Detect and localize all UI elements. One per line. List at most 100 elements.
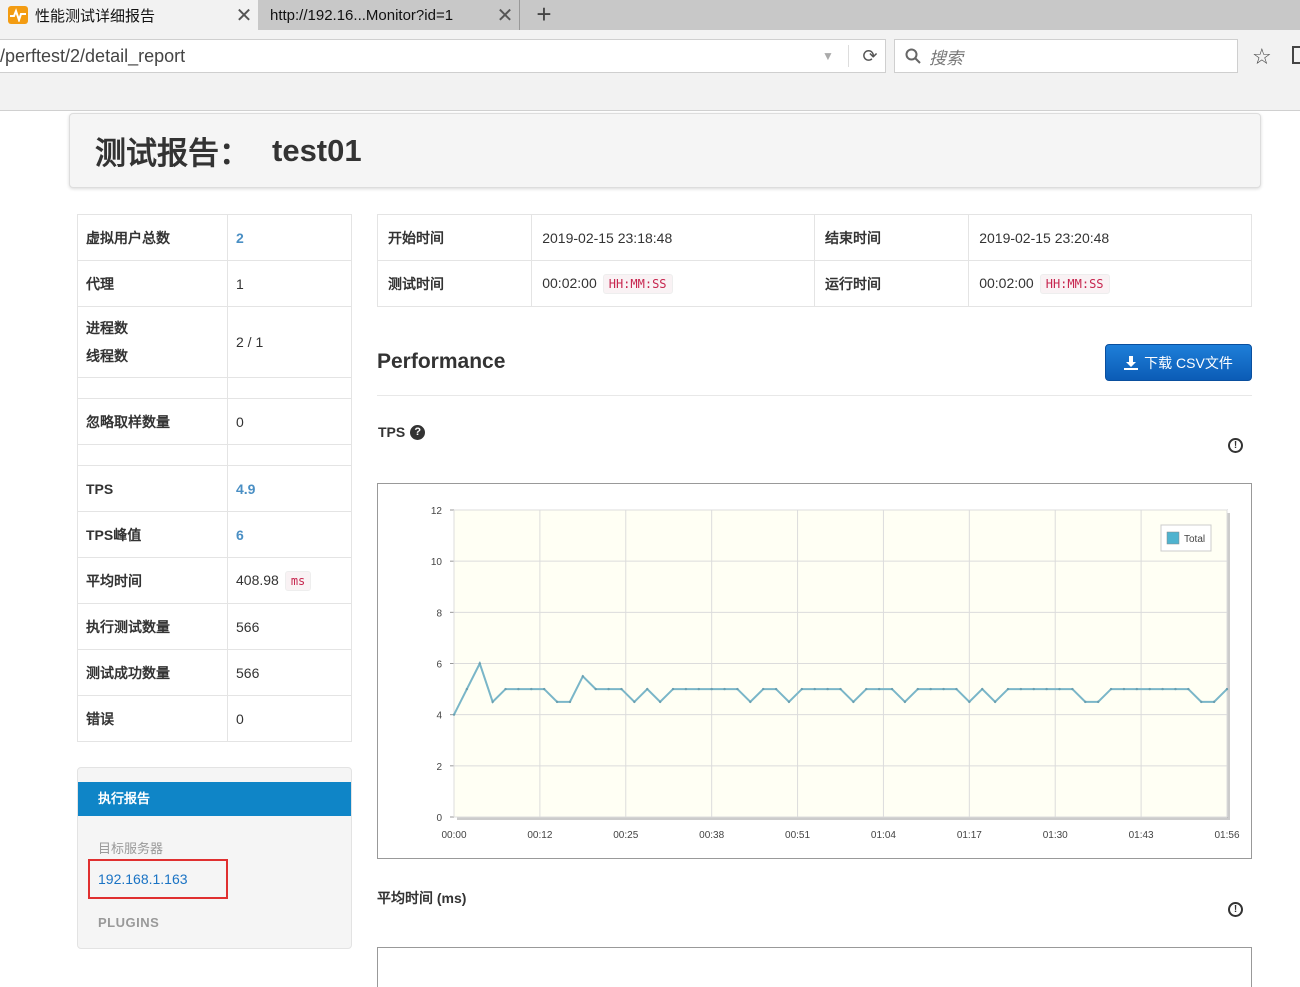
divider — [848, 45, 849, 67]
server-link[interactable]: 192.168.1.163 — [88, 859, 228, 899]
performance-title: Performance — [377, 350, 506, 373]
tps-value: 4.9 — [227, 465, 352, 512]
data-point — [1019, 687, 1023, 691]
tab-report[interactable]: 性能测试详细报告 ✕ — [0, 0, 258, 30]
x-tick-label: 00:12 — [527, 830, 552, 841]
search-box[interactable]: 搜索 — [894, 39, 1238, 73]
data-point — [1122, 687, 1126, 691]
ignore-label: 忽略取样数量 — [77, 398, 228, 445]
data-point — [504, 687, 507, 691]
data-point — [736, 687, 739, 691]
data-point — [916, 687, 919, 691]
x-tick-label: 01:04 — [871, 830, 896, 841]
help-icon[interactable]: ? — [410, 424, 426, 440]
data-point — [813, 687, 816, 691]
tab-title: http://192.16...Monitor?id=1 — [270, 6, 454, 24]
y-tick-label: 4 — [436, 711, 442, 722]
close-icon[interactable]: ✕ — [491, 3, 519, 28]
tab-title: 性能测试详细报告 — [35, 7, 156, 25]
data-point — [993, 700, 997, 704]
data-point — [955, 687, 958, 691]
search-placeholder: 搜索 — [929, 48, 963, 68]
exec-count-value: 566 — [227, 603, 352, 650]
address-bar[interactable]: /perftest/2/detail_report ▼ ⟳ — [0, 39, 886, 73]
data-point — [723, 687, 726, 691]
legend-swatch — [1166, 531, 1180, 545]
data-point — [1096, 700, 1100, 704]
download-csv-button[interactable]: 下载 CSV文件 — [1105, 344, 1252, 381]
table-row: TPS峰值 6 — [77, 511, 352, 558]
test-time-label: 测试时间 — [376, 260, 533, 307]
y-tick-label: 6 — [436, 660, 442, 671]
vusers-label: 虚拟用户总数 — [77, 214, 228, 261]
download-chart-icon[interactable]: ! — [1228, 902, 1243, 917]
new-tab-button[interactable]: + — [532, 0, 556, 30]
data-point — [465, 687, 469, 691]
thread-label: 线程数 — [86, 348, 128, 364]
test-time-value: 00:02:00 — [542, 274, 597, 291]
error-label: 错误 — [77, 695, 228, 742]
ignore-value: 0 — [227, 398, 352, 445]
tab-monitor[interactable]: http://192.16...Monitor?id=1 ✕ — [262, 0, 520, 30]
error-value: 0 — [227, 695, 352, 742]
download-chart-icon[interactable]: ! — [1228, 438, 1243, 453]
data-point — [1200, 700, 1203, 704]
table-row — [77, 377, 352, 399]
data-point — [607, 687, 610, 691]
data-point — [452, 713, 456, 716]
data-point — [929, 687, 932, 691]
close-icon[interactable]: ✕ — [230, 3, 258, 28]
report-header: 测试报告： test01 — [69, 113, 1261, 188]
report-test-name: test01 — [272, 132, 362, 168]
data-point — [981, 687, 984, 691]
x-tick-label: 00:51 — [785, 830, 810, 841]
target-server-label: 目标服务器 — [98, 841, 164, 856]
table-row: 开始时间 2019-02-15 23:18:48 结束时间 2019-02-15… — [376, 214, 1252, 261]
y-tick-label: 10 — [431, 557, 443, 568]
data-point — [594, 687, 597, 691]
peak-tps-value: 6 — [227, 511, 352, 558]
data-point — [1058, 687, 1061, 691]
table-row: 测试时间 00:02:00 HH:MM:SS 运行时间 00:02:00 HH:MM… — [376, 260, 1252, 307]
data-point — [1032, 687, 1035, 691]
data-point — [1084, 700, 1087, 704]
data-point — [1109, 687, 1113, 691]
table-row: 错误 0 — [77, 695, 352, 742]
panel-header[interactable]: 执行报告 — [78, 782, 351, 816]
format-badge: HH:MM:SS — [1039, 273, 1110, 294]
data-point — [646, 687, 649, 691]
data-point — [1045, 687, 1048, 691]
url-text[interactable]: /perftest/2/detail_report — [0, 46, 814, 67]
data-point — [658, 700, 662, 704]
start-time-value: 2019-02-15 23:18:48 — [531, 214, 815, 261]
y-tick-label: 0 — [436, 813, 442, 824]
download-csv-label: 下载 CSV文件 — [1144, 354, 1233, 371]
data-point — [787, 700, 791, 704]
download-icon — [1124, 355, 1139, 370]
reload-icon[interactable]: ⟳ — [855, 46, 885, 67]
vusers-value: 2 — [227, 214, 352, 261]
data-point — [697, 687, 700, 691]
y-tick-label: 12 — [431, 506, 443, 517]
y-tick-label: 2 — [436, 762, 442, 773]
table-row: 执行测试数量 566 — [77, 603, 352, 650]
dropdown-arrow-icon[interactable]: ▼ — [814, 49, 842, 63]
data-point — [671, 687, 675, 691]
pulse-icon — [8, 6, 28, 24]
data-point — [491, 700, 494, 704]
data-point — [581, 675, 585, 678]
data-point — [542, 687, 546, 691]
run-time-value: 00:02:00 — [979, 274, 1034, 291]
avg-time-chart — [377, 947, 1252, 987]
tps-chart: 0 2 4 6 8 10 12 00:00 00:12 00:25 00:38 00:51 01:04 0… — [377, 483, 1252, 859]
avg-time-chart-label: 平均时间 (ms) — [377, 890, 467, 906]
bookmark-star-icon[interactable]: ☆ — [1252, 44, 1272, 70]
agents-label: 代理 — [77, 260, 228, 307]
data-point — [1071, 687, 1074, 691]
data-point — [826, 687, 829, 691]
data-point — [762, 687, 765, 691]
library-icon[interactable] — [1292, 46, 1300, 64]
toolbar-strip — [0, 82, 1300, 111]
data-point — [800, 687, 804, 691]
data-point — [749, 700, 752, 704]
